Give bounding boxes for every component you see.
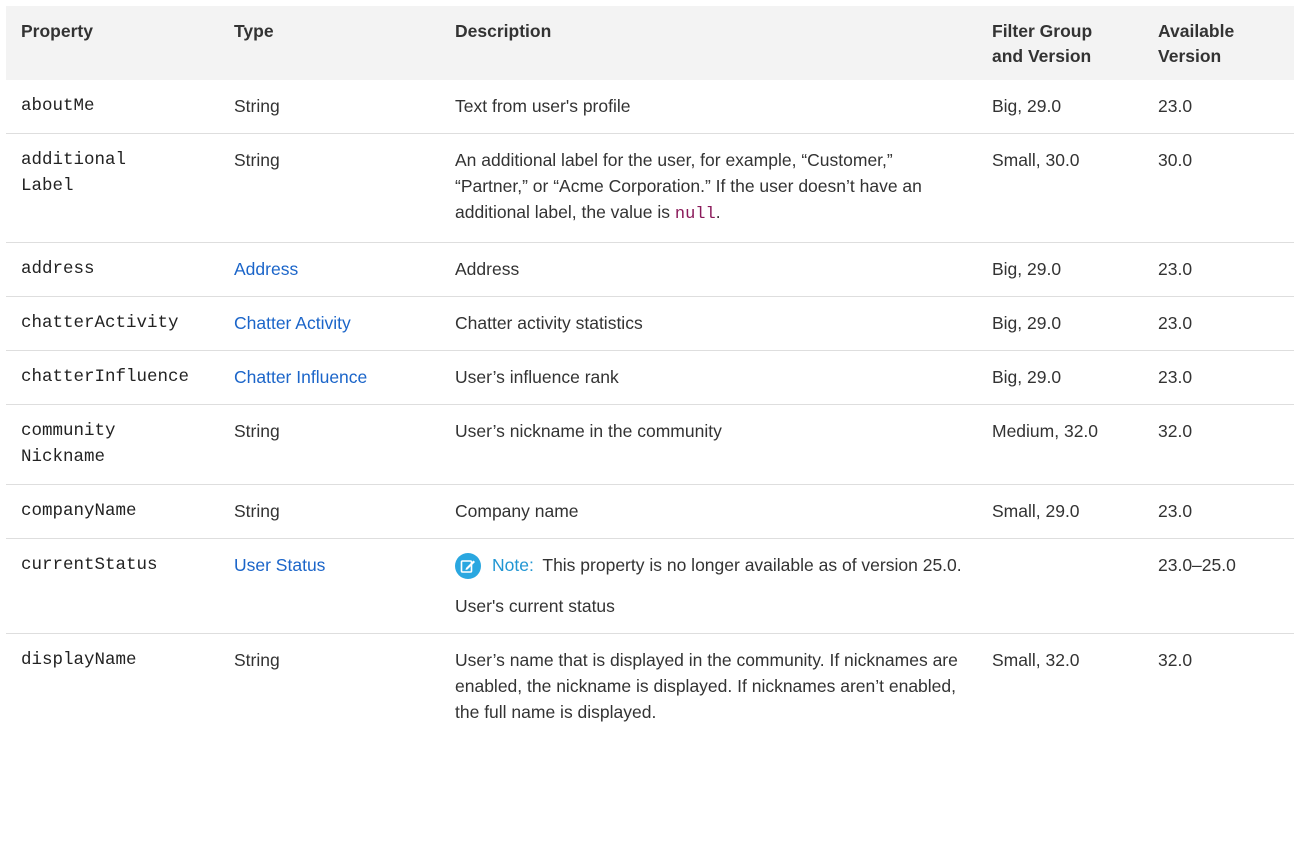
available-version: 23.0–25.0	[1143, 538, 1294, 634]
available-version: 23.0	[1143, 350, 1294, 405]
available-version: 23.0	[1143, 484, 1294, 539]
property-name: aboutMe	[6, 80, 219, 134]
table-row: chatterInfluence Chatter Influence User’…	[6, 350, 1294, 405]
filter-group: Small, 30.0	[977, 133, 1143, 243]
table-header-row: Property Type Description Filter Group an…	[6, 6, 1294, 80]
property-name: companyName	[6, 484, 219, 539]
type-link-address[interactable]: Address	[234, 259, 298, 279]
header-property: Property	[21, 21, 93, 41]
property-name: displayName	[21, 650, 137, 670]
property-type: User Status	[219, 538, 440, 634]
filter-group: Big, 29.0	[977, 242, 1143, 297]
table-row: currentStatus User Status Note: This pro…	[6, 538, 1294, 634]
header-type: Type	[234, 21, 274, 41]
table-row: companyName String Company name Small, 2…	[6, 484, 1294, 539]
property-type: String	[219, 133, 440, 243]
deprecation-note: Note: This property is no longer availab…	[455, 552, 969, 579]
available-version: 23.0	[1143, 296, 1294, 351]
edit-note-icon	[455, 553, 481, 579]
type-link-chatter-activity[interactable]: Chatter Activity	[234, 313, 351, 333]
table-row: additional Label String An additional lab…	[6, 133, 1294, 243]
note-label: Note:	[492, 555, 534, 575]
property-description: User’s nickname in the community	[440, 404, 977, 485]
type-link-chatter-influence[interactable]: Chatter Influence	[234, 367, 367, 387]
property-name: chatterActivity	[6, 296, 219, 351]
filter-group: Big, 29.0	[977, 80, 1143, 134]
filter-group: Medium, 32.0	[977, 404, 1143, 485]
available-version: 23.0	[1143, 242, 1294, 297]
available-version: 32.0	[1158, 650, 1193, 670]
property-description: User’s name that is displayed in the com…	[455, 650, 958, 722]
table-row: aboutMe String Text from user's profile …	[6, 80, 1294, 134]
property-description: Text from user's profile	[440, 80, 977, 134]
header-description: Description	[455, 21, 552, 41]
null-code: null	[674, 205, 716, 224]
type-link-user-status[interactable]: User Status	[234, 555, 325, 575]
property-type: Address	[219, 242, 440, 297]
filter-group: Big, 29.0	[977, 350, 1143, 405]
header-filter-group: Filter Group and Version	[992, 21, 1093, 66]
property-type: String	[219, 80, 440, 134]
table-row: chatterActivity Chatter Activity Chatter…	[6, 296, 1294, 351]
note-text: This property is no longer available as …	[542, 555, 962, 575]
filter-group: Big, 29.0	[977, 296, 1143, 351]
property-name: chatterInfluence	[6, 350, 219, 405]
description-text: User's current status	[455, 596, 615, 616]
property-description: An additional label for the user, for ex…	[440, 133, 977, 243]
properties-table: Property Type Description Filter Group an…	[6, 6, 1294, 739]
property-description: Address	[440, 242, 977, 297]
available-version: 30.0	[1143, 133, 1294, 243]
property-type: String	[219, 484, 440, 539]
property-type: Chatter Influence	[219, 350, 440, 405]
filter-group: Small, 32.0	[992, 650, 1080, 670]
header-available-version: Available Version	[1158, 21, 1235, 66]
property-name: address	[6, 242, 219, 297]
table-row: community Nickname String User’s nickname…	[6, 404, 1294, 485]
property-name: community Nickname	[6, 404, 219, 485]
property-description: Chatter activity statistics	[440, 296, 977, 351]
filter-group	[977, 538, 1143, 634]
property-name: currentStatus	[6, 538, 219, 634]
property-type: String	[234, 650, 280, 670]
property-description: User’s influence rank	[440, 350, 977, 405]
property-description: Note: This property is no longer availab…	[440, 538, 977, 634]
property-type: String	[219, 404, 440, 485]
table-row: address Address Address Big, 29.0 23.0	[6, 242, 1294, 297]
available-version: 23.0	[1143, 80, 1294, 134]
available-version: 32.0	[1143, 404, 1294, 485]
property-type: Chatter Activity	[219, 296, 440, 351]
filter-group: Small, 29.0	[977, 484, 1143, 539]
table-row: displayName String User’s name that is d…	[6, 634, 1294, 740]
property-name: additional Label	[6, 133, 219, 243]
property-description: Company name	[440, 484, 977, 539]
